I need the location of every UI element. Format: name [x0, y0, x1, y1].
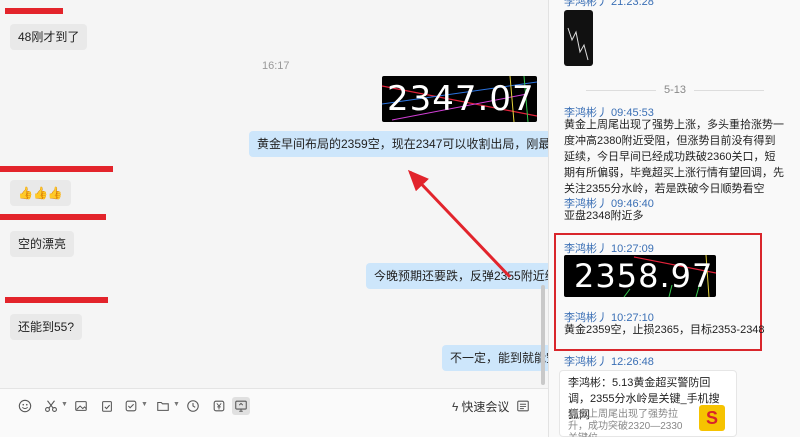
message-bubble[interactable]: 不一定，能到就能空 — [442, 345, 548, 371]
yen-icon[interactable] — [210, 397, 228, 415]
scissors-icon[interactable] — [42, 397, 60, 415]
message-text: 今晚预期还要跌，反弹2355附近继续空 — [374, 269, 548, 283]
message-bubble[interactable]: 👍👍👍 — [10, 180, 71, 206]
post-text[interactable]: 亚盘2348附近多 — [564, 208, 643, 224]
message-text: 黄金早间布局的2359空，现在2347可以收割出局，刚最低到了2346 — [257, 137, 548, 151]
price-screenshot-image[interactable]: 2358.97 — [564, 255, 716, 297]
chevron-down-icon[interactable]: ▼ — [173, 401, 180, 408]
checkbox-icon[interactable] — [122, 397, 140, 415]
post-text[interactable]: 黄金上周尾出现了强势上涨，多头重拾涨势一度冲高2380附近受阻，但涨势目前没有得… — [564, 117, 786, 197]
quick-meeting-label: 快速会议 — [461, 400, 510, 414]
message-bubble[interactable]: 空的漂亮 — [10, 231, 75, 257]
message-text: 48刚才到了 — [18, 30, 80, 44]
sender-name-redaction — [5, 297, 108, 303]
sohu-logo-icon: S — [699, 405, 725, 431]
emoji-icon[interactable] — [16, 397, 34, 415]
chat-scrollbar[interactable] — [541, 285, 545, 385]
clock-icon[interactable] — [184, 397, 202, 415]
link-share-card[interactable]: 李鸿彬：5.13黄金超买警防回调，2355分水岭是关键_手机搜狐网 黄金上周尾出… — [559, 370, 737, 437]
chevron-down-icon[interactable]: ▼ — [141, 401, 148, 408]
history-list-icon[interactable] — [514, 397, 532, 415]
chevron-down-icon[interactable]: ▼ — [61, 401, 68, 408]
message-timestamp: 16:17 — [262, 60, 290, 72]
message-bubble[interactable]: 今晚预期还要跌，反弹2355附近继续空 — [366, 263, 548, 289]
message-bubble[interactable]: 48刚才到了 — [10, 24, 88, 50]
message-text: 不一定，能到就能空 — [450, 351, 548, 365]
share-card-description: 黄金上周尾出现了强势拉升，成功突破2320—2330关键位... — [568, 409, 683, 437]
chat-pane: 48刚才到了 16:17 2347.07 黄金早间布局的2359空，现在2347… — [0, 0, 548, 437]
folder-icon[interactable] — [154, 397, 172, 415]
chart-thumbnail[interactable] — [564, 10, 593, 66]
post-meta: 李鸿彬丿 12:26:48 — [564, 356, 654, 368]
message-text: 👍👍👍 — [18, 186, 63, 200]
date-divider: 5-13 — [549, 84, 800, 96]
price-value: 2358.97 — [574, 257, 714, 295]
post-text[interactable]: 黄金2359空，止损2365，目标2353-2348 — [564, 322, 765, 338]
price-screenshot-image[interactable]: 2347.07 — [382, 76, 537, 122]
post-meta: 李鸿彬丿 21:23:28 — [564, 0, 654, 8]
side-panel: 李鸿彬丿 21:23:28 5-13 李鸿彬丿 09:45:53 黄金上周尾出现… — [548, 0, 800, 437]
screen-share-icon[interactable] — [232, 397, 250, 415]
message-text: 还能到55? — [18, 320, 75, 334]
sender-name-redaction — [5, 8, 63, 14]
chart-lines — [567, 27, 589, 61]
message-text: 空的漂亮 — [18, 237, 67, 251]
message-bubble[interactable]: 还能到55? — [10, 314, 83, 340]
input-toolbar: ▼ ▼ ▼ ϟ 快速会议 — [0, 388, 548, 437]
post-meta: 李鸿彬丿 10:27:09 — [564, 243, 654, 255]
price-value: 2347.07 — [387, 79, 535, 119]
image-icon[interactable] — [72, 397, 90, 415]
clipboard-check-icon[interactable] — [98, 397, 116, 415]
message-bubble[interactable]: 黄金早间布局的2359空，现在2347可以收割出局，刚最低到了2346 — [249, 131, 548, 157]
lightning-icon: ϟ — [452, 399, 459, 414]
quick-meeting-button[interactable]: ϟ 快速会议 — [452, 398, 509, 415]
sender-name-redaction — [0, 214, 106, 220]
sender-name-redaction — [0, 166, 113, 172]
